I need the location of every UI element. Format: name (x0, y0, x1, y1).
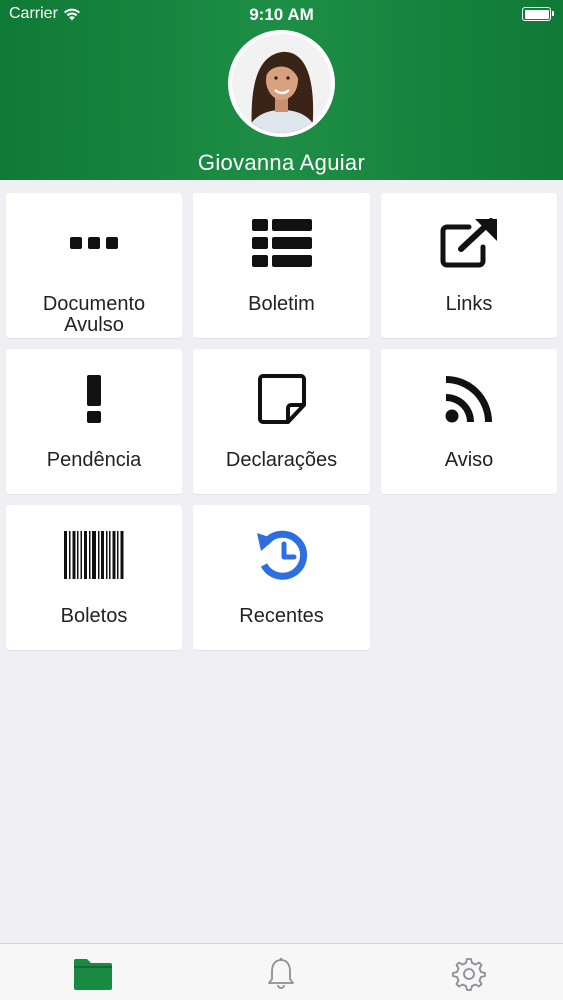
status-time: 9:10 AM (249, 5, 314, 24)
menu-tile-label: Links (445, 293, 493, 315)
tab-documents[interactable] (73, 956, 113, 992)
profile-name: Giovanna Aguiar (197, 150, 366, 175)
menu-tile-declaracoes[interactable]: Declarações (193, 349, 370, 494)
barcode-icon (64, 531, 124, 579)
status-bar: Carrier 9:10 AM (0, 0, 563, 28)
tab-settings[interactable] (449, 956, 489, 992)
ellipsis-icon (70, 237, 118, 249)
bell-icon (268, 957, 294, 989)
folder-icon (74, 959, 112, 990)
avatar[interactable] (228, 30, 335, 137)
menu-tile-label: Recentes (239, 605, 324, 627)
menu-tile-label: Aviso (444, 449, 494, 471)
menu-tile-recentes[interactable]: Recentes (193, 505, 370, 650)
gear-icon (452, 958, 486, 991)
external-link-icon (440, 218, 497, 268)
menu-tile-label: Declarações (225, 449, 338, 471)
menu-tile-label: Documento Avulso (42, 293, 146, 336)
battery-icon (522, 7, 554, 21)
menu-grid: Documento Avulso Boletim Links Pendência… (6, 193, 557, 650)
rss-icon (445, 376, 492, 423)
list-icon (251, 219, 312, 267)
profile-photo (232, 34, 331, 133)
tab-notifications[interactable] (261, 956, 301, 992)
menu-tile-boletos[interactable]: Boletos (6, 505, 182, 650)
tab-bar (0, 943, 563, 1000)
menu-tile-pendencia[interactable]: Pendência (6, 349, 182, 494)
menu-tile-label: Pendência (46, 449, 142, 471)
menu-tile-links[interactable]: Links (381, 193, 557, 338)
menu-tile-boletim[interactable]: Boletim (193, 193, 370, 338)
menu-tile-aviso[interactable]: Aviso (381, 349, 557, 494)
sticky-note-icon (257, 374, 306, 424)
menu-tile-label: Boletim (248, 293, 315, 315)
exclamation-icon (87, 375, 101, 423)
menu-tile-label: Boletos (60, 605, 128, 627)
history-icon (256, 530, 307, 580)
menu-tile-documento-avulso[interactable]: Documento Avulso (6, 193, 182, 338)
profile-header: Carrier 9:10 AM Giovanna Aguiar (0, 0, 563, 180)
